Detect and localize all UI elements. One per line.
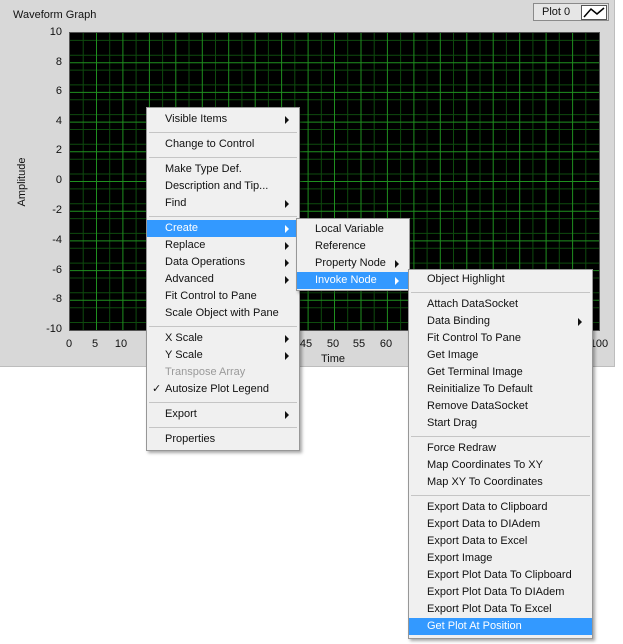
menu-item-change-to-control[interactable]: Change to Control [147, 136, 299, 153]
submenu-arrow-icon [285, 116, 289, 124]
y-tick-label: -4 [52, 234, 62, 246]
menu-item-find[interactable]: Find [147, 195, 299, 212]
menu-item-local-variable[interactable]: Local Variable [297, 221, 409, 238]
y-tick-label: -10 [46, 323, 62, 335]
menu-separator [149, 132, 297, 133]
menu-item-export[interactable]: Export [147, 406, 299, 423]
menu-item-make-type-def[interactable]: Make Type Def. [147, 161, 299, 178]
menu-separator [411, 436, 590, 437]
menu-separator [411, 495, 590, 496]
y-tick-label: -8 [52, 293, 62, 305]
submenu-arrow-icon [285, 200, 289, 208]
submenu-arrow-icon [285, 225, 289, 233]
menu-item-export-plot-data-to-clipboard[interactable]: Export Plot Data To Clipboard [409, 567, 592, 584]
menu-separator [149, 402, 297, 403]
menu-item-map-coordinates-to-xy[interactable]: Map Coordinates To XY [409, 457, 592, 474]
y-tick-label: -2 [52, 204, 62, 216]
submenu-arrow-icon [578, 318, 582, 326]
menu-item-remove-datasocket[interactable]: Remove DataSocket [409, 398, 592, 415]
plot-legend[interactable]: Plot 0 [533, 3, 609, 21]
menu-item-export-plot-data-to-diadem[interactable]: Export Plot Data To DIAdem [409, 584, 592, 601]
submenu-arrow-icon [285, 259, 289, 267]
x-tick-label: 10 [114, 338, 128, 350]
menu-separator [411, 292, 590, 293]
menu-item-data-binding[interactable]: Data Binding [409, 313, 592, 330]
menu-separator [149, 216, 297, 217]
graph-title: Waveform Graph [13, 9, 97, 21]
plot-line-style-icon[interactable] [581, 5, 607, 20]
menu-item-fit-control-to-pane-invoke[interactable]: Fit Control To Pane [409, 330, 592, 347]
menu-item-reinitialize-to-default[interactable]: Reinitialize To Default [409, 381, 592, 398]
menu-item-data-operations[interactable]: Data Operations [147, 254, 299, 271]
menu-item-property-node[interactable]: Property Node [297, 255, 409, 272]
y-tick-label: -6 [52, 264, 62, 276]
menu-item-attach-datasocket[interactable]: Attach DataSocket [409, 296, 592, 313]
menu-item-visible-items[interactable]: Visible Items [147, 111, 299, 128]
menu-item-y-scale[interactable]: Y Scale [147, 347, 299, 364]
submenu-arrow-icon [395, 277, 399, 285]
menu-item-force-redraw[interactable]: Force Redraw [409, 440, 592, 457]
y-tick-label: 0 [55, 174, 62, 186]
menu-item-export-data-to-clipboard[interactable]: Export Data to Clipboard [409, 499, 592, 516]
y-tick-label: 8 [55, 56, 62, 68]
submenu-arrow-icon [285, 335, 289, 343]
menu-item-create[interactable]: Create [147, 220, 299, 237]
menu-item-advanced[interactable]: Advanced [147, 271, 299, 288]
y-tick-label: 6 [55, 85, 62, 97]
x-tick-label: 60 [379, 338, 393, 350]
submenu-arrow-icon [285, 352, 289, 360]
menu-item-export-image[interactable]: Export Image [409, 550, 592, 567]
context-menu: Visible Items Change to Control Make Typ… [146, 107, 300, 451]
menu-item-export-data-to-diadem[interactable]: Export Data to DIAdem [409, 516, 592, 533]
menu-separator [149, 326, 297, 327]
checkmark-icon: ✓ [152, 383, 162, 395]
submenu-arrow-icon [285, 242, 289, 250]
menu-item-export-plot-data-to-excel[interactable]: Export Plot Data To Excel [409, 601, 592, 618]
submenu-arrow-icon [395, 260, 399, 268]
menu-item-map-xy-to-coordinates[interactable]: Map XY To Coordinates [409, 474, 592, 491]
menu-item-scale-object-with-pane[interactable]: Scale Object with Pane [147, 305, 299, 322]
menu-item-get-image[interactable]: Get Image [409, 347, 592, 364]
menu-item-x-scale[interactable]: X Scale [147, 330, 299, 347]
menu-item-start-drag[interactable]: Start Drag [409, 415, 592, 432]
menu-item-export-data-to-excel[interactable]: Export Data to Excel [409, 533, 592, 550]
menu-separator [149, 427, 297, 428]
menu-item-reference[interactable]: Reference [297, 238, 409, 255]
y-tick-label: 4 [55, 115, 62, 127]
menu-item-get-terminal-image[interactable]: Get Terminal Image [409, 364, 592, 381]
menu-item-description-and-tip[interactable]: Description and Tip... [147, 178, 299, 195]
invoke-node-submenu: Object Highlight Attach DataSocket Data … [408, 269, 593, 639]
menu-item-properties[interactable]: Properties [147, 431, 299, 448]
create-submenu: Local Variable Reference Property Node I… [296, 218, 410, 291]
menu-item-object-highlight[interactable]: Object Highlight [409, 271, 592, 288]
menu-item-fit-control-to-pane[interactable]: Fit Control to Pane [147, 288, 299, 305]
submenu-arrow-icon [285, 276, 289, 284]
x-tick-label: 55 [352, 338, 366, 350]
menu-item-transpose-array: Transpose Array [165, 366, 246, 378]
plot-legend-label: Plot 0 [542, 6, 571, 18]
menu-item-get-plot-at-position[interactable]: Get Plot At Position [409, 618, 592, 635]
x-axis-label: Time [320, 353, 346, 365]
menu-item-replace[interactable]: Replace [147, 237, 299, 254]
submenu-arrow-icon [285, 411, 289, 419]
menu-item-autosize-plot-legend[interactable]: ✓ Autosize Plot Legend [147, 381, 299, 398]
menu-item-invoke-node[interactable]: Invoke Node [297, 272, 409, 289]
y-tick-label: 10 [49, 26, 62, 38]
menu-separator [149, 157, 297, 158]
y-axis-label: Amplitude [16, 157, 28, 207]
y-tick-label: 2 [55, 144, 62, 156]
